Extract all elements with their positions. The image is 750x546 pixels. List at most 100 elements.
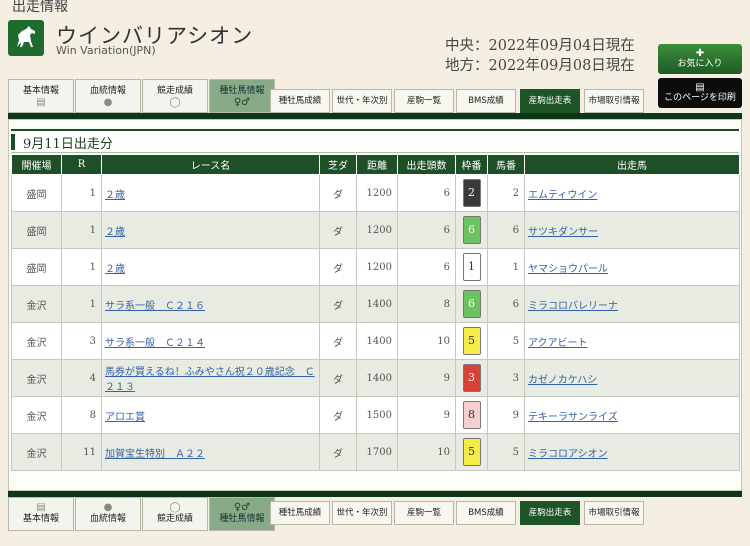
cell-venue: 金沢 bbox=[11, 359, 62, 397]
col-umaban: 馬番 bbox=[487, 154, 525, 175]
race-name-link[interactable]: ２歳 bbox=[105, 227, 125, 238]
table-row: 金沢 8 アロエ賞ダ 1500 9 8 9 テキーラサンライズ bbox=[11, 396, 740, 434]
horseshoe-icon: ◯ bbox=[169, 502, 181, 513]
col-horse: 出走馬 bbox=[524, 154, 740, 175]
table-row: 金沢 1 サラ系一般 Ｃ２１６ ダ 1400 8 6 6 ミラコロバレリーナ bbox=[11, 285, 740, 323]
col-surface: 芝ダ bbox=[319, 154, 357, 175]
cell-horse: テキーラサンライズ bbox=[524, 396, 740, 434]
cell-horse: ミラコロバレリーナ bbox=[524, 285, 740, 323]
cell-distance: 1400 bbox=[356, 322, 398, 360]
entries-panel: 9月11日出走分 開催場 R レース名 芝ダ 距離 出走頭数 枠番 馬番 出走馬… bbox=[8, 119, 742, 491]
horse-link[interactable]: アクアビート bbox=[528, 338, 588, 349]
col-race-number: R bbox=[61, 154, 102, 175]
cell-umaban: 3 bbox=[487, 359, 525, 397]
horse-link[interactable]: ヤマショウパール bbox=[528, 264, 608, 275]
subtab-stallion-results-bottom[interactable]: 種牡馬成績 bbox=[270, 501, 330, 525]
cell-distance: 1400 bbox=[356, 359, 398, 397]
cell-surface: ダ bbox=[319, 174, 357, 212]
tab-stallion-info-bottom[interactable]: ♀♂ 種牡馬情報 bbox=[209, 497, 275, 531]
subtab-generation-year[interactable]: 世代・年次別 bbox=[332, 89, 392, 113]
cell-horse: サツキダンサー bbox=[524, 211, 740, 249]
subtab-generation-year-bottom[interactable]: 世代・年次別 bbox=[332, 501, 392, 525]
cell-race-name: アロエ賞 bbox=[101, 396, 320, 434]
horse-link[interactable]: カゼノカケハシ bbox=[528, 375, 597, 386]
favorite-button-label: お気に入り bbox=[677, 59, 723, 69]
subtab-market-info[interactable]: 市場取引情報 bbox=[584, 89, 644, 113]
cell-race-name: サラ系一般 Ｃ２１６ bbox=[101, 285, 320, 323]
cell-distance: 1200 bbox=[356, 248, 398, 286]
cell-umaban: 9 bbox=[487, 396, 525, 434]
cell-surface: ダ bbox=[319, 359, 357, 397]
race-name-link[interactable]: ２歳 bbox=[105, 190, 125, 201]
print-button[interactable]: ▤ このページを印刷 bbox=[658, 78, 742, 108]
race-name-link[interactable]: 加賀宝生特別 Ａ２２ bbox=[105, 449, 205, 460]
cell-waku: 1 bbox=[455, 248, 488, 286]
horse-logo-icon bbox=[8, 20, 44, 56]
subtab-stallion-results[interactable]: 種牡馬成績 bbox=[270, 89, 330, 113]
horse-link[interactable]: エムティウイン bbox=[528, 190, 597, 201]
cell-umaban: 6 bbox=[487, 211, 525, 249]
race-name-link[interactable]: 馬券が買えるね！ふみやさん祝２０歳記念 Ｃ２１３ bbox=[105, 367, 315, 393]
cell-distance: 1200 bbox=[356, 174, 398, 212]
cell-race-name: ２歳 bbox=[101, 174, 320, 212]
cell-surface: ダ bbox=[319, 433, 357, 471]
cell-race-name: サラ系一般 Ｃ２１４ bbox=[101, 322, 320, 360]
cell-waku: 6 bbox=[455, 211, 488, 249]
race-name-link[interactable]: サラ系一般 Ｃ２１４ bbox=[105, 338, 205, 349]
favorite-button[interactable]: ✚ お気に入り bbox=[658, 44, 742, 74]
entries-table: 開催場 R レース名 芝ダ 距離 出走頭数 枠番 馬番 出走馬 盛岡 1 ２歳ダ 12… bbox=[11, 154, 740, 471]
cell-venue: 金沢 bbox=[11, 285, 62, 323]
tab-race-results[interactable]: 競走成績 ◯ bbox=[142, 79, 208, 113]
cell-horse: カゼノカケハシ bbox=[524, 359, 740, 397]
horse-link[interactable]: サツキダンサー bbox=[528, 227, 598, 238]
tab-race-results-bottom[interactable]: ◯ 競走成績 bbox=[142, 497, 208, 531]
waku-badge: 5 bbox=[462, 327, 481, 355]
cell-distance: 1500 bbox=[356, 396, 398, 434]
cell-race-number: 1 bbox=[61, 174, 102, 212]
race-name-link[interactable]: ２歳 bbox=[105, 264, 125, 275]
cell-horse: アクアビート bbox=[524, 322, 740, 360]
subtab-offspring-list[interactable]: 産駒一覧 bbox=[394, 89, 454, 113]
waku-badge: 6 bbox=[462, 290, 481, 318]
subtab-bms-results-bottom[interactable]: BMS成績 bbox=[456, 501, 516, 525]
horse-link[interactable]: ミラコロバレリーナ bbox=[528, 301, 618, 312]
waku-badge: 8 bbox=[462, 401, 481, 429]
subtab-offspring-entries-bottom[interactable]: 産駒出走表 bbox=[520, 501, 580, 525]
tab-basic-info[interactable]: 基本情報 ▤ bbox=[8, 79, 74, 113]
cell-runners: 9 bbox=[397, 396, 456, 434]
tab-pedigree[interactable]: 血統情報 ● bbox=[75, 79, 141, 113]
waku-badge: 5 bbox=[462, 438, 481, 466]
cell-distance: 1400 bbox=[356, 285, 398, 323]
cell-race-number: 8 bbox=[61, 396, 102, 434]
breadcrumb: 出走情報 bbox=[12, 0, 68, 15]
horse-link[interactable]: テキーラサンライズ bbox=[528, 412, 618, 423]
cell-surface: ダ bbox=[319, 285, 357, 323]
cell-venue: 盛岡 bbox=[11, 174, 62, 212]
col-race-name: レース名 bbox=[101, 154, 320, 175]
subtab-offspring-list-bottom[interactable]: 産駒一覧 bbox=[394, 501, 454, 525]
cell-race-number: 11 bbox=[61, 433, 102, 471]
cell-waku: 5 bbox=[455, 322, 488, 360]
race-name-link[interactable]: サラ系一般 Ｃ２１６ bbox=[105, 301, 205, 312]
horse-link[interactable]: ミラコロアシオン bbox=[528, 449, 608, 460]
print-button-label: このページを印刷 bbox=[664, 93, 736, 103]
cell-runners: 9 bbox=[397, 359, 456, 397]
tab-basic-info-bottom[interactable]: ▤ 基本情報 bbox=[8, 497, 74, 531]
cell-race-number: 1 bbox=[61, 248, 102, 286]
gender-icon: ♀♂ bbox=[233, 502, 251, 513]
cell-waku: 3 bbox=[455, 359, 488, 397]
subtab-market-info-bottom[interactable]: 市場取引情報 bbox=[584, 501, 644, 525]
subtab-offspring-entries[interactable]: 産駒出走表 bbox=[520, 89, 580, 113]
col-waku: 枠番 bbox=[455, 154, 488, 175]
table-row: 盛岡 1 ２歳ダ 1200 6 2 2 エムティウイン bbox=[11, 174, 740, 212]
document-icon: ▤ bbox=[36, 97, 46, 108]
cell-horse: ミラコロアシオン bbox=[524, 433, 740, 471]
tab-pedigree-bottom[interactable]: ● 血統情報 bbox=[75, 497, 141, 531]
subtab-bms-results[interactable]: BMS成績 bbox=[456, 89, 516, 113]
drop-icon: ● bbox=[103, 97, 113, 108]
tab-stallion-info[interactable]: 種牡馬情報 ♀♂ bbox=[209, 79, 275, 113]
cell-runners: 6 bbox=[397, 174, 456, 212]
table-row: 盛岡 1 ２歳ダ 1200 6 6 6 サツキダンサー bbox=[11, 211, 740, 249]
table-row: 金沢 3 サラ系一般 Ｃ２１４ ダ 1400 10 5 5 アクアビート bbox=[11, 322, 740, 360]
race-name-link[interactable]: アロエ賞 bbox=[105, 412, 145, 423]
